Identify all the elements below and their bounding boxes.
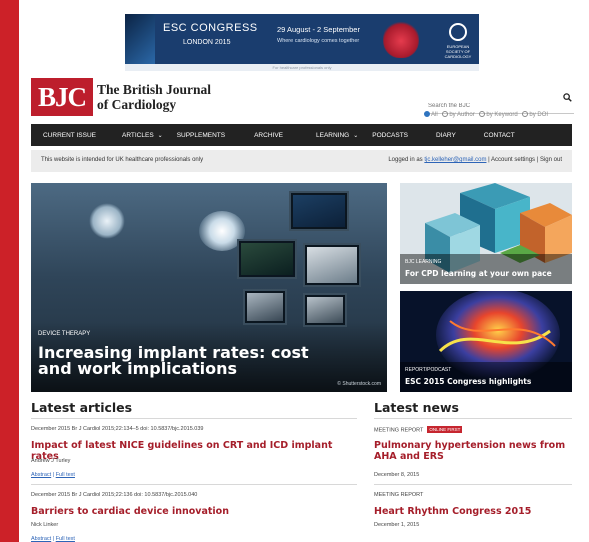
search-box (424, 92, 574, 114)
surgical-lamp-image (89, 203, 125, 239)
hero-title[interactable]: Increasing implant rates: cost and work … (38, 345, 318, 377)
full-text-link[interactable]: Full text (56, 472, 75, 478)
divider (31, 484, 357, 485)
logged-in-label: Logged in as (388, 157, 423, 163)
monitor-image (289, 191, 349, 231)
tile-kicker: REPORT/PODCAST (405, 367, 452, 373)
esc-logo-icon (449, 23, 467, 41)
image-credit: © Shutterstock.com (337, 381, 381, 387)
account-links: Logged in as tjc.kelleher@gmail.com | Ac… (388, 157, 562, 163)
ad-congress-title: ESC CONGRESS (163, 22, 258, 34)
search-scope-all[interactable]: All (424, 111, 438, 118)
journal-name[interactable]: The British Journal of Cardiology (97, 82, 211, 112)
article-meta: December 2015 Br J Cardiol 2015;22:134–5… (31, 426, 204, 432)
radio-icon (479, 111, 486, 117)
nav-item-articles[interactable]: ARTICLES ⌄ (96, 132, 163, 139)
nav-item-diary[interactable]: DIARY (408, 132, 456, 139)
journal-name-line1: The British Journal (97, 82, 212, 97)
news-meta: MEETING REPORT ONLINE FIRST (374, 426, 463, 434)
nav-item-learning[interactable]: LEARNING ⌄ (283, 132, 358, 139)
full-text-link[interactable]: Full text (56, 536, 75, 542)
divider (374, 418, 572, 419)
search-scope-author[interactable]: by Author (442, 111, 475, 118)
tile-kicker: BJC LEARNING (405, 259, 442, 265)
news-type: MEETING REPORT (374, 492, 424, 498)
user-email-link[interactable]: tjc.kelleher@gmail.com (424, 157, 486, 163)
abstract-link[interactable]: Abstract (31, 472, 51, 478)
radio-selected-icon (424, 111, 430, 117)
page: ESC CONGRESS LONDON 2015 29 August - 2 S… (19, 0, 589, 542)
latest-news-heading: Latest news (374, 400, 459, 415)
monitor-image (243, 289, 287, 325)
article-title-link[interactable]: Barriers to cardiac device innovation (31, 506, 361, 517)
article-title-link[interactable]: Impact of latest NICE guidelines on CRT … (31, 440, 361, 462)
article-meta: December 2015 Br J Cardiol 2015;22:136 d… (31, 492, 198, 498)
news-date: December 8, 2015 (374, 472, 420, 478)
news-meta: MEETING REPORT (374, 492, 423, 498)
tile-title[interactable]: ESC 2015 Congress highlights (405, 377, 531, 386)
ad-society: EUROPEAN SOCIETY OF CARDIOLOGY (444, 44, 472, 59)
radio-icon (522, 111, 529, 117)
search-icon[interactable] (563, 93, 572, 102)
abstract-link[interactable]: Abstract (31, 536, 51, 542)
esc-congress-ad-banner[interactable]: ESC CONGRESS LONDON 2015 29 August - 2 S… (125, 14, 479, 64)
article-author: Andrew J Turley (31, 458, 71, 464)
ad-disclaimer: For healthcare professionals only (125, 64, 479, 71)
account-settings-link[interactable]: Account settings (491, 157, 535, 163)
news-title-link[interactable]: Pulmonary hypertension news from AHA and… (374, 440, 574, 462)
uk-professionals-notice: This website is intended for UK healthca… (41, 157, 204, 163)
article-links: Abstract | Full text (31, 536, 75, 542)
search-scope-options: All by Author by Keyword by DOI (424, 111, 551, 118)
hero-kicker: DEVICE THERAPY (38, 331, 91, 337)
nav-item-podcasts[interactable]: PODCASTS (358, 132, 408, 139)
ad-dates: 29 August - 2 September (277, 25, 360, 34)
divider (31, 418, 357, 419)
bjc-learning-tile[interactable]: BJC LEARNING For CPD learning at your ow… (400, 183, 572, 284)
ad-city: LONDON 2015 (183, 39, 231, 46)
ad-tagline: Where cardiology comes together (277, 38, 360, 44)
ad-decoration (125, 14, 155, 64)
search-scope-doi[interactable]: by DOI (522, 111, 548, 118)
notice-bar: This website is intended for UK healthca… (31, 150, 572, 172)
latest-articles-heading: Latest articles (31, 400, 133, 415)
news-type: MEETING REPORT (374, 427, 424, 434)
bjc-logo[interactable]: BJC (31, 78, 93, 116)
esc-highlights-tile[interactable]: REPORT/PODCAST ESC 2015 Congress highlig… (400, 291, 572, 392)
heart-icon (383, 20, 419, 58)
search-scope-keyword[interactable]: by Keyword (479, 111, 518, 118)
news-title-link[interactable]: Heart Rhythm Congress 2015 (374, 506, 574, 517)
journal-name-line2: of Cardiology (97, 97, 177, 112)
nav-item-current-issue[interactable]: CURRENT ISSUE (31, 132, 96, 139)
sign-out-link[interactable]: Sign out (540, 157, 562, 163)
featured-article-hero[interactable]: DEVICE THERAPY Increasing implant rates:… (31, 183, 387, 392)
monitor-image (303, 243, 361, 287)
online-first-badge: ONLINE FIRST (427, 426, 463, 433)
monitor-image (237, 239, 297, 279)
main-nav: CURRENT ISSUE ARTICLES ⌄ SUPPLEMENTS ARCH… (31, 124, 572, 146)
article-links: Abstract | Full text (31, 472, 75, 478)
news-date: December 1, 2015 (374, 522, 420, 528)
article-author: Nick Linker (31, 522, 59, 528)
nav-item-contact[interactable]: CONTACT (456, 132, 515, 139)
tile-title[interactable]: For CPD learning at your own pace (405, 269, 552, 278)
divider (374, 484, 572, 485)
nav-item-archive[interactable]: ARCHIVE (225, 132, 283, 139)
nav-item-supplements[interactable]: SUPPLEMENTS (163, 132, 225, 139)
radio-icon (442, 111, 449, 117)
